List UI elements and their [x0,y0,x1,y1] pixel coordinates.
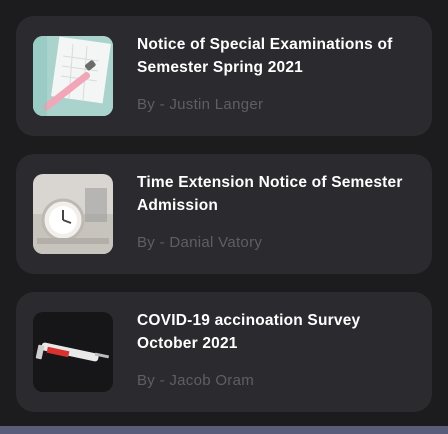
calendar-pen-icon [33,36,113,116]
article-author: By - Justin Langer [137,96,264,113]
article-card-time-extension[interactable]: Time Extension Notice of Semester Admiss… [16,154,432,274]
article-title[interactable]: Notice of Special Examinations of Semest… [137,33,421,79]
syringe-thumbnail [33,312,113,392]
clock-thumbnail [33,174,113,254]
article-title[interactable]: COVID-19 accinoation Survey October 2021 [137,309,421,355]
article-card-special-examinations[interactable]: Notice of Special Examinations of Semest… [16,16,432,136]
syringe-icon [33,312,113,392]
article-card-covid-survey[interactable]: COVID-19 accinoation Survey October 2021… [16,292,432,412]
calendar-pen-thumbnail [33,36,113,116]
clock-icon [33,174,113,254]
article-author: By - Jacob Oram [137,372,255,389]
article-author: By - Danial Vatory [137,234,263,251]
article-title[interactable]: Time Extension Notice of Semester Admiss… [137,171,421,217]
bottom-scroll-bar [0,426,448,434]
